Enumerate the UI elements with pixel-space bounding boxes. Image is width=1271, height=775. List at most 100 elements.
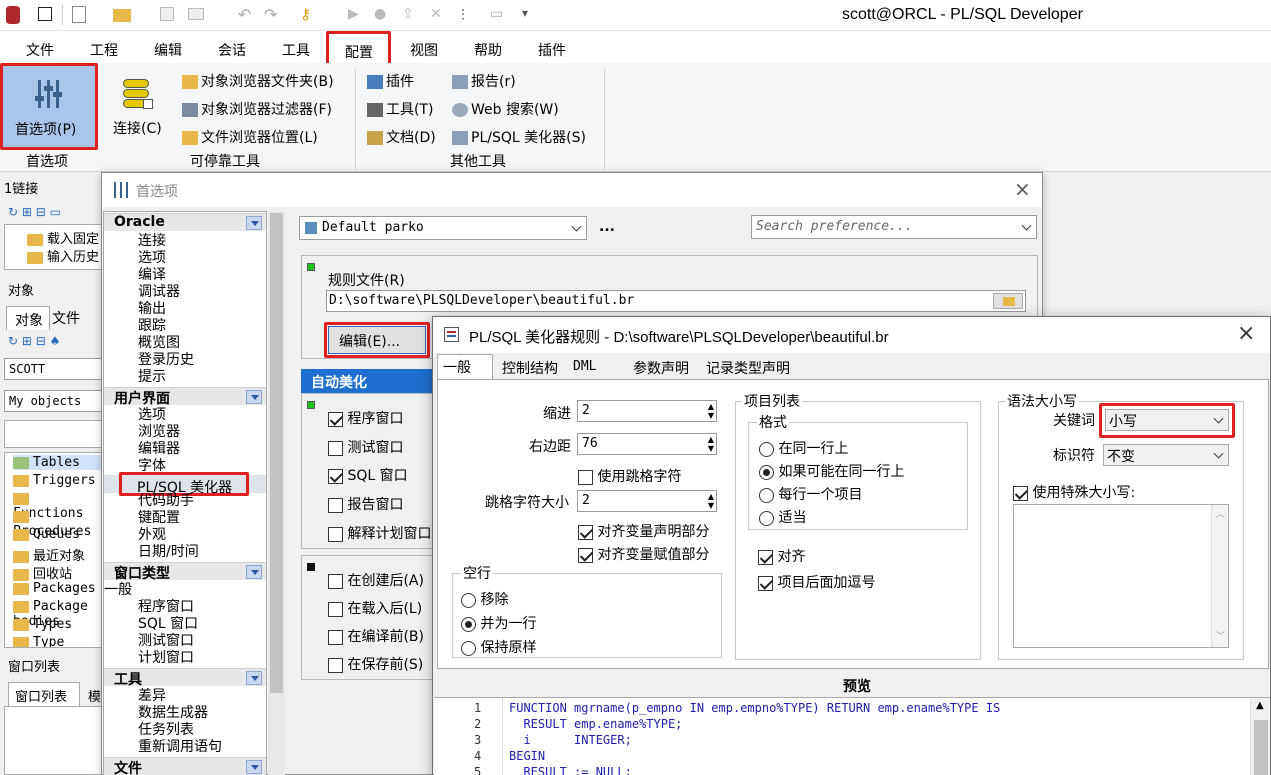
profile-options-button[interactable]: ...	[599, 219, 615, 235]
tab-general[interactable]: 一般	[437, 354, 493, 380]
pref-item[interactable]: 日期/时间	[138, 544, 199, 561]
menu-session[interactable]: 会话	[218, 40, 246, 60]
format-same-line-radio[interactable]: 在同一行上	[759, 438, 848, 458]
checkbox[interactable]	[328, 601, 343, 617]
grid-icon[interactable]: ⫶	[461, 6, 465, 24]
auto-item-sql[interactable]: SQL 窗口	[328, 465, 408, 485]
radio[interactable]	[759, 487, 774, 503]
category-oracle[interactable]: Oracle	[104, 213, 266, 231]
checkbox[interactable]	[758, 575, 773, 591]
pref-item[interactable]: 计划窗口	[138, 650, 194, 667]
chevron-down-icon[interactable]: ﹀	[1216, 629, 1225, 642]
tab-files[interactable]: 文件	[52, 308, 80, 328]
auto-item-report[interactable]: 报告窗口	[328, 494, 403, 514]
checkbox[interactable]	[328, 573, 343, 589]
align-checkbox[interactable]: 对齐	[758, 546, 805, 566]
auto-item-test[interactable]: 测试窗口	[328, 437, 403, 457]
checkbox[interactable]	[1013, 485, 1028, 501]
commit-icon[interactable]: ⇪	[402, 6, 414, 22]
pref-item[interactable]: 选项	[138, 407, 166, 424]
beautifier-item[interactable]: PL/SQL 美化器(S)	[452, 127, 586, 147]
pref-item[interactable]: 编辑器	[138, 441, 180, 458]
filter-select[interactable]: My objects	[4, 390, 102, 412]
checkbox[interactable]	[328, 411, 343, 427]
when-after-create[interactable]: 在创建后(A)	[328, 570, 424, 590]
radio[interactable]	[759, 510, 774, 526]
connect-button[interactable]: 连接(C)	[108, 71, 168, 147]
tree-node[interactable]: Types	[13, 617, 72, 632]
category-window-types[interactable]: 窗口类型	[104, 562, 266, 582]
keyword-case-select[interactable]: 小写	[1099, 403, 1235, 438]
when-before-compile[interactable]: 在编译前(B)	[328, 626, 424, 646]
rollback-icon[interactable]: ✕	[430, 6, 442, 22]
blank-merge-radio[interactable]: 并为一行	[461, 613, 536, 633]
tree-node[interactable]: Packages	[13, 581, 96, 596]
checkbox[interactable]	[578, 547, 593, 563]
pref-item[interactable]: 任务列表	[138, 722, 194, 739]
rules-close-button[interactable]: ×	[1237, 321, 1255, 346]
conn-item[interactable]: 载入固定	[27, 228, 99, 247]
spin-arrows-icon[interactable]: ▲ ▼	[708, 435, 714, 453]
tree-node-tables[interactable]: Tables	[13, 455, 101, 470]
radio[interactable]	[461, 640, 476, 656]
tree-node[interactable]: Queues	[13, 527, 80, 542]
dockable-item-1[interactable]: 对象浏览器文件夹(B)	[182, 71, 334, 91]
menu-config[interactable]: 配置	[326, 31, 391, 67]
blank-preserve-radio[interactable]: 保持原样	[461, 637, 536, 657]
checkbox[interactable]	[758, 549, 773, 565]
break-icon[interactable]: ●	[374, 6, 386, 22]
radio[interactable]	[461, 592, 476, 608]
pref-item[interactable]: 数据生成器	[138, 705, 208, 722]
tab-parameter-declarations[interactable]: 参数声明	[633, 358, 689, 378]
checkbox[interactable]	[578, 469, 593, 485]
spin-arrows-icon[interactable]: ▲ ▼	[708, 492, 714, 510]
category-tools[interactable]: 工具	[104, 668, 266, 688]
pref-item[interactable]: 输出	[138, 301, 166, 318]
spin-arrows-icon[interactable]: ▲ ▼	[708, 402, 714, 420]
right-margin-spinner[interactable]: 76 ▲ ▼	[577, 433, 717, 455]
menu-project[interactable]: 工程	[90, 40, 118, 60]
preview-scrollbar[interactable]: ▲	[1250, 698, 1270, 775]
menu-view[interactable]: 视图	[410, 40, 438, 60]
pref-item[interactable]: 选项	[138, 250, 166, 267]
redo-icon[interactable]: ↷	[264, 5, 277, 24]
menu-plugins[interactable]: 插件	[538, 40, 566, 60]
tree-node[interactable]: Triggers	[13, 473, 96, 488]
radio[interactable]	[759, 464, 774, 480]
object-search-input[interactable]	[4, 420, 102, 448]
pref-item[interactable]: 一般	[104, 582, 132, 599]
pref-item[interactable]: 程序窗口	[138, 599, 194, 616]
auto-item-explain[interactable]: 解释计划窗口	[328, 523, 431, 543]
align-declarations-checkbox[interactable]: 对齐变量声明部分	[578, 521, 709, 541]
menu-tools[interactable]: 工具	[282, 40, 310, 60]
tree-node[interactable]: 回收站	[13, 563, 72, 582]
run-icon[interactable]: ▶	[348, 6, 359, 22]
checkbox[interactable]	[328, 440, 343, 456]
print-icon[interactable]	[188, 8, 204, 20]
pref-item[interactable]: 连接	[138, 233, 166, 250]
tab-templates[interactable]: 模	[88, 686, 101, 705]
open-icon[interactable]	[113, 9, 131, 22]
align-assignments-checkbox[interactable]: 对齐变量赋值部分	[578, 544, 709, 564]
tab-objects[interactable]: 对象	[6, 306, 50, 330]
pref-item[interactable]: 编译	[138, 267, 166, 284]
tab-control-structures[interactable]: 控制结构	[502, 358, 558, 378]
auto-item-program[interactable]: 程序窗口	[328, 408, 403, 428]
tab-dml[interactable]: DML	[573, 359, 596, 374]
indent-spinner[interactable]: 2 ▲ ▼	[577, 400, 717, 422]
profile-select[interactable]: Default parko	[299, 216, 587, 240]
list-scrollbar[interactable]: ︿ ﹀	[1211, 505, 1228, 647]
blank-remove-radio[interactable]: 移除	[461, 589, 508, 609]
menu-edit[interactable]: 编辑	[154, 40, 182, 60]
plugins-item[interactable]: 插件	[367, 71, 414, 91]
category-files[interactable]: 文件	[104, 757, 266, 775]
menu-help[interactable]: 帮助	[474, 40, 502, 60]
special-case-list[interactable]: ︿ ﹀	[1013, 504, 1229, 648]
checkbox[interactable]	[328, 497, 343, 513]
category-ui[interactable]: 用户界面	[104, 387, 266, 407]
prefs-close-button[interactable]: ×	[1014, 177, 1031, 201]
chevron-up-icon[interactable]: ▲	[1256, 700, 1264, 711]
pref-item[interactable]: 浏览器	[138, 424, 180, 441]
pref-item[interactable]: 提示	[138, 369, 166, 386]
format-if-possible-radio[interactable]: 如果可能在同一行上	[759, 461, 904, 481]
